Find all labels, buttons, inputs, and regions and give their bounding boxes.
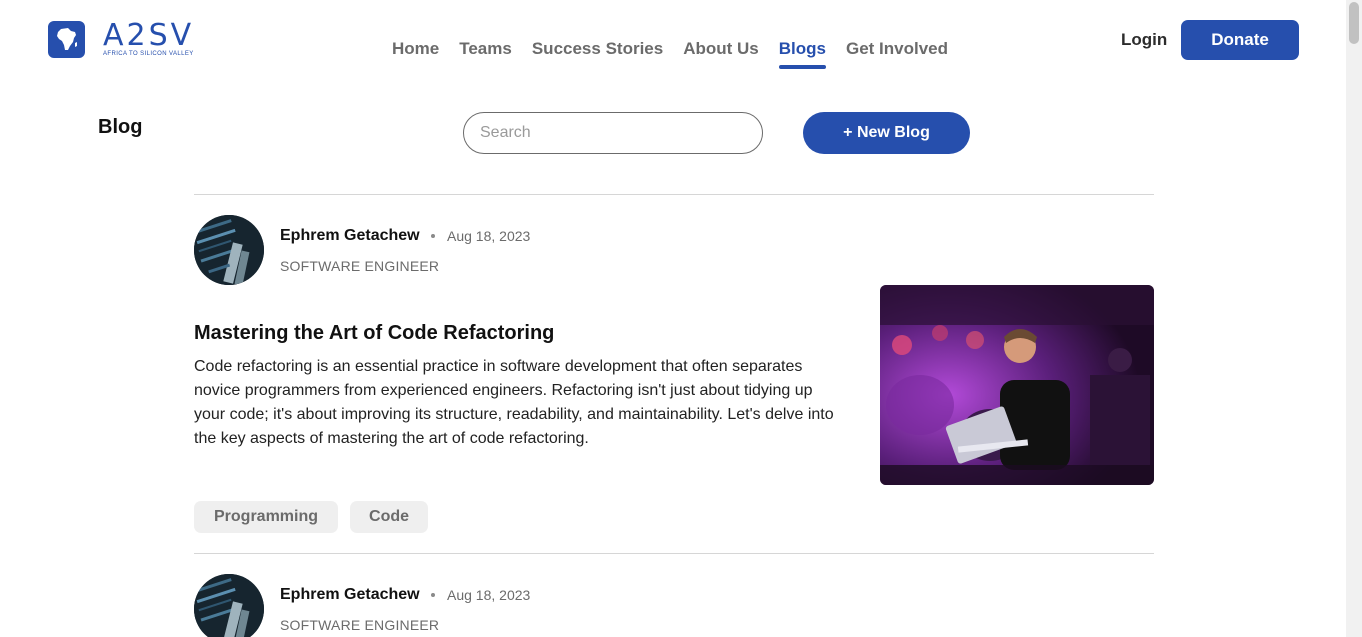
- nav-success-stories[interactable]: Success Stories: [532, 40, 663, 70]
- divider: [194, 194, 1154, 195]
- author-avatar[interactable]: [194, 574, 264, 637]
- new-blog-button[interactable]: + New Blog: [803, 112, 970, 154]
- nav-blogs[interactable]: Blogs: [778, 40, 827, 70]
- separator-dot: [431, 234, 435, 238]
- author-avatar[interactable]: [194, 215, 264, 285]
- nav-get-involved[interactable]: Get Involved: [846, 40, 948, 70]
- africa-map-icon: [48, 21, 85, 58]
- brand-wordmark: A2SV: [103, 18, 195, 53]
- site-header: A2SV AFRICA TO SILICON VALLEY Home Teams…: [0, 0, 1346, 90]
- brand-tagline: AFRICA TO SILICON VALLEY: [103, 51, 194, 57]
- nav-teams[interactable]: Teams: [459, 40, 512, 70]
- post-cover-image[interactable]: [880, 285, 1154, 485]
- page-scrollbar[interactable]: [1346, 0, 1362, 637]
- author-name[interactable]: Ephrem Getachew: [280, 586, 420, 604]
- divider: [194, 553, 1154, 554]
- page-title: Blog: [98, 116, 143, 138]
- post-tags: Programming Code: [194, 501, 440, 533]
- nav-home[interactable]: Home: [392, 40, 439, 70]
- brand-logo[interactable]: A2SV AFRICA TO SILICON VALLEY: [48, 21, 194, 58]
- post-date: Aug 18, 2023: [447, 228, 531, 244]
- nav-about-us[interactable]: About Us: [683, 40, 759, 70]
- login-link[interactable]: Login: [1121, 30, 1167, 50]
- brand-wordmark-block: A2SV AFRICA TO SILICON VALLEY: [103, 18, 195, 58]
- search-input[interactable]: [463, 112, 763, 154]
- main-nav: Home Teams Success Stories About Us Blog…: [392, 40, 968, 70]
- author-role: SOFTWARE ENGINEER: [280, 617, 440, 633]
- post-date: Aug 18, 2023: [447, 587, 531, 603]
- author-role: SOFTWARE ENGINEER: [280, 258, 440, 274]
- donate-button[interactable]: Donate: [1181, 20, 1299, 60]
- separator-dot: [431, 593, 435, 597]
- post-title[interactable]: Mastering the Art of Code Refactoring: [194, 322, 554, 345]
- tag-chip[interactable]: Code: [350, 501, 429, 533]
- post-excerpt: Code refactoring is an essential practic…: [194, 358, 834, 447]
- tag-chip[interactable]: Programming: [194, 501, 339, 533]
- author-name[interactable]: Ephrem Getachew: [280, 227, 420, 245]
- scrollbar-thumb[interactable]: [1349, 2, 1359, 44]
